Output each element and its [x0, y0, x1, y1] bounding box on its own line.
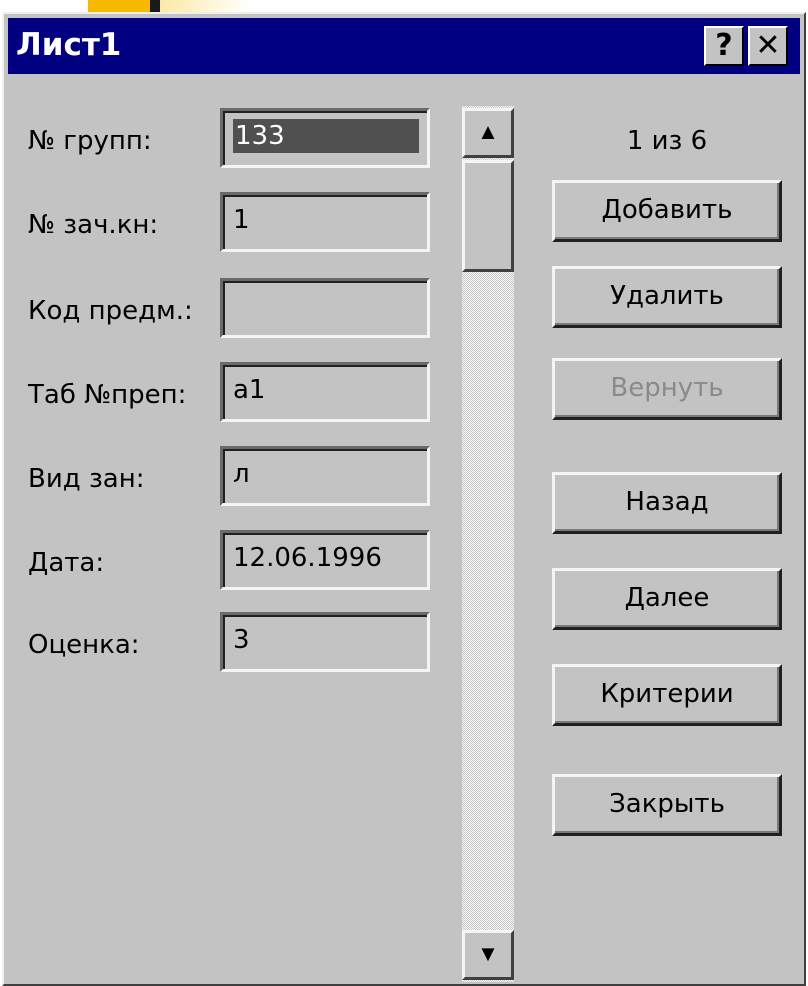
label-subject-code: Код предм.: [28, 296, 193, 326]
group-number-field[interactable]: 133 [220, 108, 430, 168]
arrow-up-icon: ▲ [477, 119, 499, 144]
teacher-tab-number-field[interactable]: а1 [220, 362, 430, 422]
scroll-thumb[interactable] [462, 160, 514, 272]
lesson-type-field[interactable]: л [220, 446, 430, 506]
record-book-number-field[interactable]: 1 [220, 192, 430, 252]
subject-code-field[interactable] [220, 278, 430, 338]
arrow-down-icon: ▼ [477, 941, 499, 966]
label-record-book-number: № зач.кн: [28, 210, 159, 240]
scroll-up-button[interactable]: ▲ [462, 108, 514, 158]
date-field[interactable]: 12.06.1996 [220, 530, 430, 590]
next-button[interactable]: Далее [552, 568, 782, 630]
group-number-value: 133 [233, 119, 419, 153]
back-button[interactable]: Назад [552, 472, 782, 534]
title-bar: Лист1 ? ✕ [8, 18, 800, 74]
label-grade: Оценка: [28, 630, 140, 660]
restore-button: Вернуть [552, 358, 782, 420]
close-button[interactable]: Закрыть [552, 774, 782, 836]
delete-button[interactable]: Удалить [552, 266, 782, 328]
scroll-down-button[interactable]: ▼ [462, 930, 514, 980]
label-date: Дата: [28, 548, 105, 578]
label-group-number: № групп: [28, 126, 152, 156]
window-title: Лист1 [16, 27, 122, 63]
criteria-button[interactable]: Критерии [552, 664, 782, 726]
help-button[interactable]: ? [704, 26, 744, 66]
grade-field[interactable]: 3 [220, 612, 430, 672]
data-form-dialog: Лист1 ? ✕ № групп: № зач.кн: Код предм.:… [2, 12, 806, 986]
close-window-button[interactable]: ✕ [748, 26, 788, 66]
add-button[interactable]: Добавить [552, 180, 782, 242]
record-scrollbar[interactable]: ▲ ▼ [462, 106, 514, 982]
record-counter: 1 из 6 [626, 126, 708, 156]
label-teacher-tab-number: Таб №преп: [28, 380, 187, 410]
label-lesson-type: Вид зан: [28, 464, 145, 494]
